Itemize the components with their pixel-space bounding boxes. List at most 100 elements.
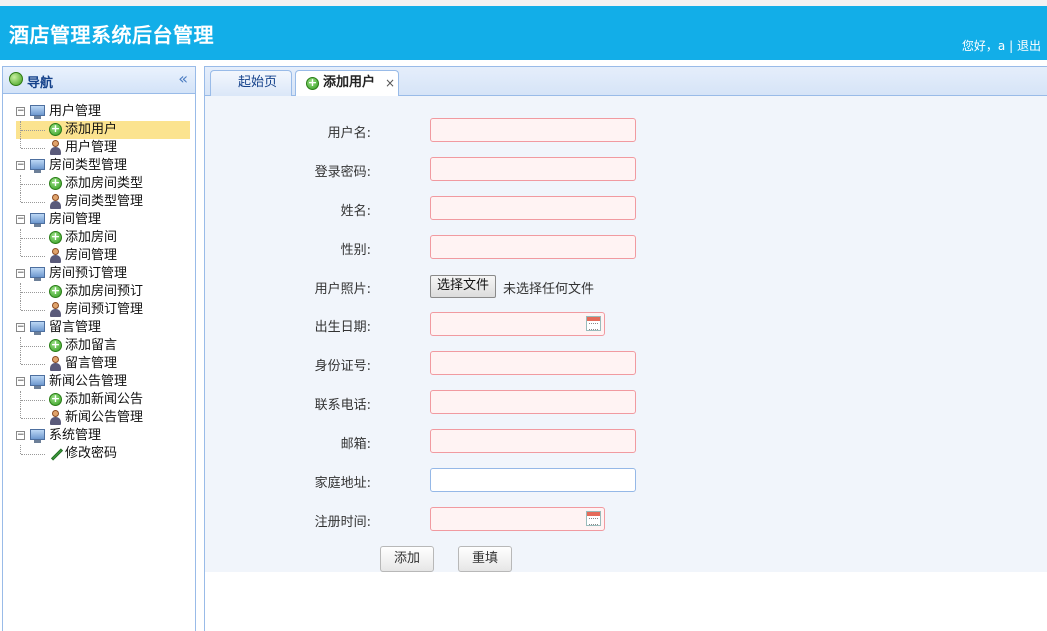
row-photo: 用户照片: 选择文件 未选择任何文件: [205, 274, 1047, 300]
main-panel: 起始页 + 添加用户 × 用户名: 登录密码: 姓名: 性别: 用户照片: 选择…: [204, 66, 1047, 631]
choose-file-button[interactable]: 选择文件: [430, 275, 497, 298]
row-phone: 联系电话:: [205, 390, 1047, 416]
row-gender: 性别:: [205, 235, 1047, 261]
user-icon: [49, 194, 62, 209]
tree-item-label: 新闻公告管理: [65, 410, 144, 425]
nav-tree: − 用户管理 + 添加用户 用户管理 − 房间类型管理 + 添加房间类型 房间类…: [3, 103, 195, 463]
file-status: 未选择任何文件: [503, 282, 595, 297]
field-label: 家庭地址:: [314, 476, 371, 491]
field-label: 联系电话:: [314, 398, 371, 413]
field-label: 用户照片:: [314, 282, 371, 297]
tab-add-user[interactable]: + 添加用户 ×: [295, 70, 399, 97]
nav-panel: 导航 « − 用户管理 + 添加用户 用户管理 − 房间类型管理 + 添加房间类…: [2, 66, 196, 631]
collapse-tree-icon[interactable]: −: [16, 161, 25, 170]
tree-item-add-room-type[interactable]: + 添加房间类型: [3, 175, 195, 193]
tree-item-add-message[interactable]: + 添加留言: [3, 337, 195, 355]
field-label: 性别:: [340, 243, 371, 258]
tree-group-system[interactable]: − 系统管理: [3, 427, 195, 445]
tree-item-label: 房间预订管理: [65, 302, 144, 317]
app-title: 酒店管理系统后台管理: [9, 23, 214, 47]
tree-item-user-manage[interactable]: 用户管理: [3, 139, 195, 157]
phone-input[interactable]: [430, 390, 636, 414]
add-icon: +: [49, 176, 62, 190]
user-icon: [49, 302, 62, 317]
tree-item-message-manage[interactable]: 留言管理: [3, 355, 195, 373]
gender-input[interactable]: [430, 235, 636, 259]
name-input[interactable]: [430, 196, 636, 220]
tree-group-user[interactable]: − 用户管理: [3, 103, 195, 121]
email-input[interactable]: [430, 429, 636, 453]
collapse-tree-icon[interactable]: −: [16, 215, 25, 224]
idcard-input[interactable]: [430, 351, 636, 375]
tree-item-label: 留言管理: [65, 356, 118, 371]
tree-item-room-manage[interactable]: 房间管理: [3, 247, 195, 265]
close-icon[interactable]: ×: [385, 71, 395, 95]
tab-home[interactable]: 起始页: [210, 70, 292, 96]
tab-bar: 起始页 + 添加用户 ×: [205, 67, 1047, 97]
add-icon: +: [49, 122, 62, 136]
collapse-tree-icon[interactable]: −: [16, 269, 25, 278]
tree-item-booking-manage[interactable]: 房间预订管理: [3, 301, 195, 319]
tree-item-label: 修改密码: [65, 446, 118, 461]
user-icon: [49, 356, 62, 371]
collapse-tree-icon[interactable]: −: [16, 323, 25, 332]
add-icon: +: [49, 230, 62, 244]
field-label: 注册时间:: [314, 515, 371, 530]
collapse-icon[interactable]: «: [178, 69, 188, 88]
regtime-input[interactable]: [430, 507, 605, 531]
address-input[interactable]: [430, 468, 636, 492]
nav-title: 导航: [27, 76, 54, 91]
tree-item-label: 用户管理: [65, 140, 118, 155]
user-bar: 您好，a | 退出: [962, 37, 1041, 54]
pencil-icon: [50, 448, 64, 461]
calendar-icon[interactable]: [586, 511, 601, 526]
logout-link[interactable]: 退出: [1017, 39, 1041, 53]
tree-item-room-type-manage[interactable]: 房间类型管理: [3, 193, 195, 211]
row-name: 姓名:: [205, 196, 1047, 222]
collapse-tree-icon[interactable]: −: [16, 431, 25, 440]
add-icon: +: [49, 338, 62, 352]
nav-header: 导航 «: [3, 67, 195, 94]
tree-item-label: 房间类型管理: [65, 194, 144, 209]
password-input[interactable]: [430, 157, 636, 181]
add-icon: +: [49, 284, 62, 298]
add-icon: +: [49, 392, 62, 406]
collapse-tree-icon[interactable]: −: [16, 107, 25, 116]
add-button[interactable]: 添加: [380, 546, 434, 572]
tree-item-add-booking[interactable]: + 添加房间预订: [3, 283, 195, 301]
field-label: 登录密码:: [314, 165, 371, 180]
app-header: 酒店管理系统后台管理 您好，a | 退出: [0, 6, 1047, 60]
tree-group-news[interactable]: − 新闻公告管理: [3, 373, 195, 391]
add-user-form: 用户名: 登录密码: 姓名: 性别: 用户照片: 选择文件 未选择任何文件 出生…: [205, 96, 1047, 572]
tree-group-label: 用户管理: [49, 104, 102, 119]
birthday-input[interactable]: [430, 312, 605, 336]
tree-item-news-manage[interactable]: 新闻公告管理: [3, 409, 195, 427]
tree-item-label: 添加用户: [65, 122, 118, 137]
field-label: 姓名:: [340, 204, 371, 219]
field-label: 出生日期:: [314, 320, 371, 335]
computer-icon: [30, 159, 45, 173]
tree-group-label: 房间管理: [49, 212, 102, 227]
tab-label: 起始页: [238, 75, 278, 90]
tree-group-label: 房间预订管理: [49, 266, 128, 281]
tree-item-label: 添加留言: [65, 338, 118, 353]
collapse-tree-icon[interactable]: −: [16, 377, 25, 386]
tree-item-change-password[interactable]: 修改密码: [3, 445, 195, 463]
tree-item-add-news[interactable]: + 添加新闻公告: [3, 391, 195, 409]
computer-icon: [30, 105, 45, 119]
tree-item-add-room[interactable]: + 添加房间: [3, 229, 195, 247]
tree-group-booking[interactable]: − 房间预订管理: [3, 265, 195, 283]
tree-item-label: 添加房间预订: [65, 284, 144, 299]
field-label: 身份证号:: [314, 359, 371, 374]
row-regtime: 注册时间:: [205, 507, 1047, 533]
row-username: 用户名:: [205, 118, 1047, 144]
tree-group-message[interactable]: − 留言管理: [3, 319, 195, 337]
calendar-icon[interactable]: [586, 316, 601, 331]
tree-group-room-type[interactable]: − 房间类型管理: [3, 157, 195, 175]
reset-button[interactable]: 重填: [458, 546, 512, 572]
username-input[interactable]: [430, 118, 636, 142]
tree-group-room[interactable]: − 房间管理: [3, 211, 195, 229]
user-separator: |: [1009, 39, 1014, 53]
row-idcard: 身份证号:: [205, 351, 1047, 377]
tree-item-add-user[interactable]: + 添加用户: [3, 121, 195, 139]
